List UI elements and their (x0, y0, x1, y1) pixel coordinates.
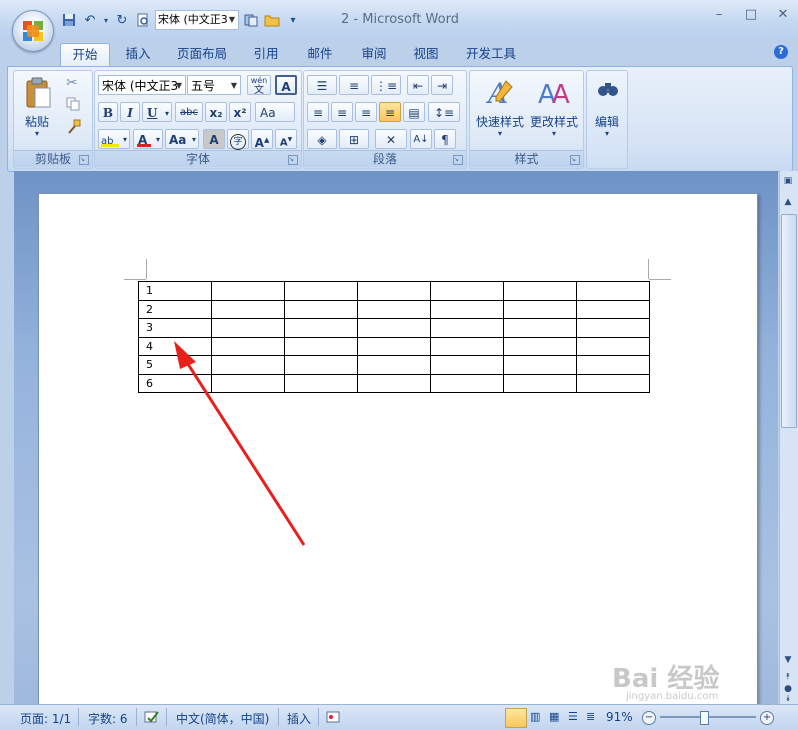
watermark-text: Bai 经验 (612, 664, 720, 694)
annotation-arrow (174, 341, 306, 546)
office-button[interactable] (12, 10, 54, 52)
word-count[interactable]: 字数: 6 (88, 710, 128, 727)
ruler-toggle-icon[interactable]: ▣ (781, 176, 795, 192)
draft-view-icon[interactable]: ≣ (586, 710, 595, 723)
outline-view-icon[interactable]: ☰ (568, 710, 578, 723)
divider (78, 708, 79, 726)
divider (278, 708, 279, 726)
divider (318, 708, 319, 726)
full-screen-reading-icon[interactable]: ▥ (530, 710, 540, 723)
print-layout-view-icon[interactable] (505, 708, 527, 728)
watermark-sub: jingyan.baidu.com (626, 691, 719, 702)
zoom-slider-thumb[interactable] (700, 711, 709, 725)
scroll-up-icon[interactable]: ▲ (781, 197, 795, 211)
zoom-in-button[interactable]: + (760, 711, 774, 725)
zoom-out-button[interactable]: − (642, 711, 656, 725)
watermark: Bai 经验 jingyan.baidu.com (612, 658, 792, 702)
divider (166, 708, 167, 726)
office-logo-icon (23, 21, 43, 41)
scroll-thumb[interactable] (781, 214, 797, 428)
status-bar: 页面: 1/1 字数: 6 中文(简体，中国) 插入 ▥ ▦ ☰ ≣ 91% −… (0, 704, 798, 729)
language-indicator[interactable]: 中文(简体，中国) (176, 710, 269, 727)
divider (136, 708, 137, 726)
web-layout-icon[interactable]: ▦ (549, 710, 559, 723)
insert-mode-indicator[interactable]: 插入 (287, 710, 311, 727)
spelling-check-icon[interactable] (144, 710, 160, 727)
zoom-level[interactable]: 91% (606, 710, 633, 724)
macro-record-icon[interactable] (326, 710, 340, 727)
page-count[interactable]: 页面: 1/1 (20, 710, 71, 727)
